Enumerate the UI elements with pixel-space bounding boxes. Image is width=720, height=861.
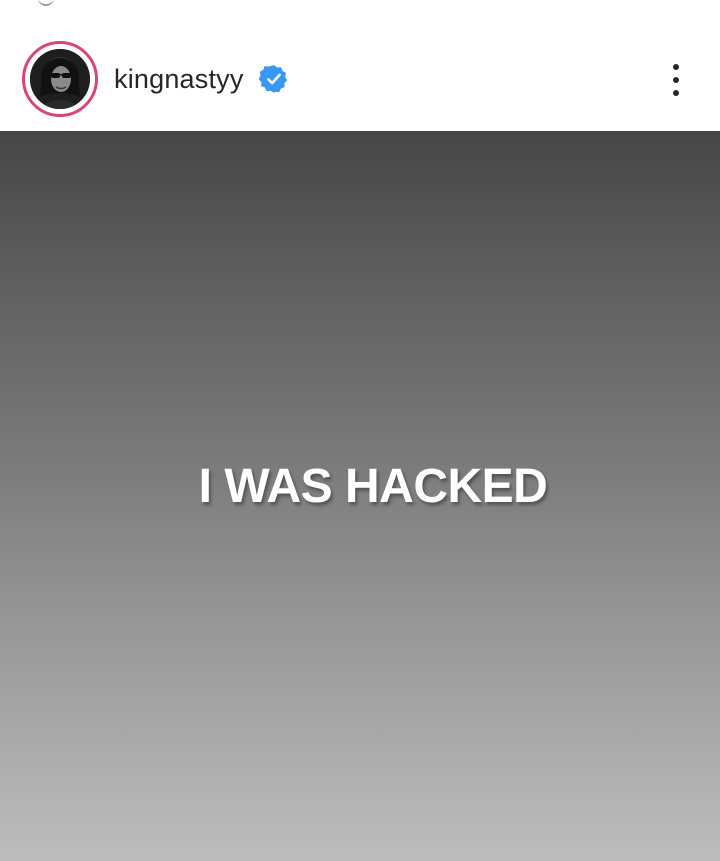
more-options-button[interactable] bbox=[660, 58, 692, 102]
post-media[interactable]: I WAS HACKED bbox=[0, 131, 720, 861]
previous-post-fragment bbox=[38, 0, 54, 6]
verified-badge-icon bbox=[259, 65, 288, 93]
avatar[interactable] bbox=[30, 49, 90, 109]
post-media-text: I WAS HACKED bbox=[198, 460, 548, 513]
more-options-icon-dot bbox=[673, 77, 679, 83]
username-link[interactable]: kingnastyy bbox=[114, 62, 244, 96]
story-ring[interactable] bbox=[22, 41, 98, 117]
instagram-post: kingnastyy I WAS HACKED bbox=[0, 0, 720, 861]
more-options-icon bbox=[673, 64, 679, 70]
more-options-icon-dot bbox=[673, 90, 679, 96]
previous-post-edge bbox=[0, 0, 720, 14]
avatar-image bbox=[30, 49, 90, 109]
post-header: kingnastyy bbox=[0, 14, 720, 131]
